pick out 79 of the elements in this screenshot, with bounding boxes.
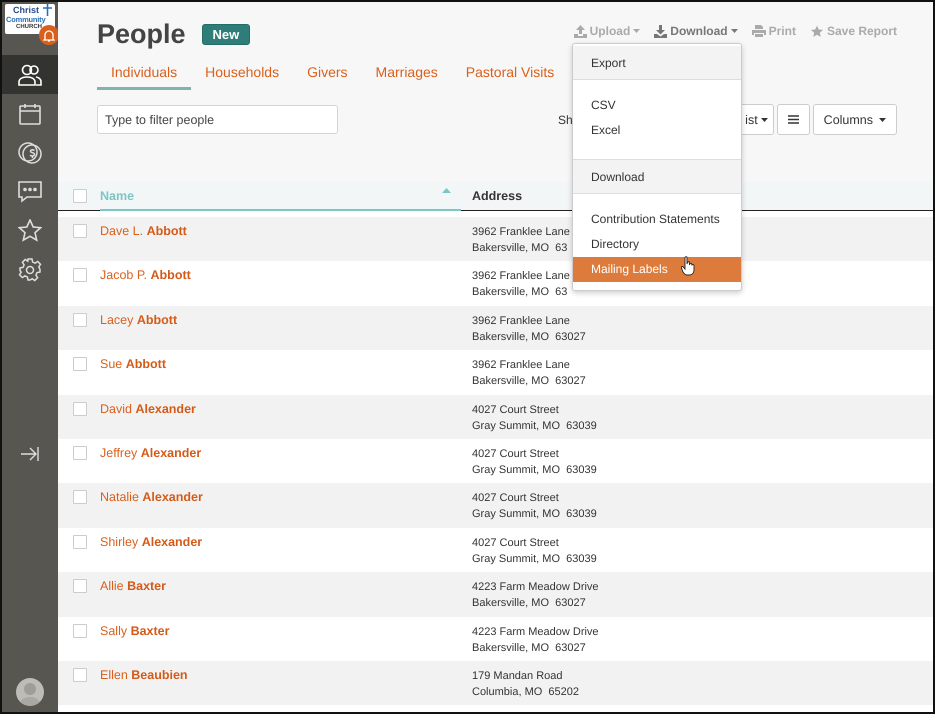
checkbox[interactable] <box>73 490 87 504</box>
checkbox[interactable] <box>73 268 87 282</box>
column-header[interactable]: Name <box>100 188 134 202</box>
star-icon <box>810 24 824 38</box>
star-icon <box>18 219 42 242</box>
menu-icon <box>788 115 799 124</box>
bell-icon <box>43 28 55 42</box>
checkbox[interactable] <box>73 312 87 327</box>
menu-section-header: Export <box>573 46 741 80</box>
menu-section-header: Download <box>573 159 741 194</box>
columns-button[interactable]: Columns <box>812 104 897 135</box>
avatar-icon[interactable] <box>16 678 44 706</box>
person-name-link[interactable]: Dave L. Abbott <box>100 224 187 238</box>
person-name-link[interactable]: Shirley Alexander <box>100 534 202 549</box>
checkbox[interactable] <box>73 402 87 416</box>
menu-item[interactable]: Mailing Labels <box>573 257 741 282</box>
printer-icon <box>752 25 766 37</box>
checkbox[interactable] <box>73 446 87 460</box>
sidebar-item[interactable] <box>2 55 58 94</box>
caret-icon <box>760 118 768 122</box>
address-cell-text: 4223 Farm Meadow Drive Bakersville, MO 63027 <box>472 624 599 656</box>
person-name-link[interactable]: Sue Abbott <box>100 357 166 372</box>
upload-button[interactable]: Upload <box>574 24 640 38</box>
chat-icon <box>18 180 42 202</box>
person-name-link[interactable]: Natalie Alexander <box>100 490 203 504</box>
settings-icon <box>18 258 42 282</box>
sort-ascending-icon[interactable] <box>442 188 451 193</box>
download-icon <box>654 24 668 38</box>
address-cell-text: 4223 Farm Meadow Drive Bakersville, MO 63027 <box>472 580 599 612</box>
address-cell-text: 179 Mandan Road Columbia, MO 65202 <box>472 668 579 700</box>
filter-field[interactable]: Type to filter people <box>97 105 338 134</box>
address-cell-text: 3962 Franklee Lane Bakersville, MO 63027 <box>472 358 586 390</box>
hand-cursor-icon <box>681 256 695 276</box>
menu-item[interactable]: Directory <box>573 232 741 257</box>
coins-icon <box>18 140 42 164</box>
person-name-link[interactable]: Ellen Beaubien <box>100 668 188 682</box>
cross-icon <box>43 4 52 16</box>
person-name-link[interactable]: David Alexander <box>100 402 196 416</box>
print-button[interactable]: Print <box>752 24 796 38</box>
checkbox[interactable] <box>73 189 87 203</box>
address-cell-text: 3962 Franklee Lane Bakersville, MO 63 <box>472 225 570 256</box>
logo-text: Christ <box>13 6 40 15</box>
caret-icon <box>730 29 738 33</box>
address-cell-text: 4027 Court Street Gray Summit, MO 63039 <box>472 536 597 567</box>
tab[interactable]: Givers <box>293 58 362 90</box>
upload-icon <box>574 24 587 38</box>
people-icon <box>18 64 42 86</box>
page-title: People <box>97 18 186 50</box>
tab[interactable]: Pastoral Visits <box>452 58 568 90</box>
checkbox[interactable] <box>73 357 87 372</box>
address-cell-text: 3962 Franklee Lane Bakersville, MO 63027 <box>472 314 586 345</box>
person-name-link[interactable]: Lacey Abbott <box>100 312 178 327</box>
caret-icon <box>879 118 886 122</box>
person-name-link[interactable]: Jeffrey Alexander <box>100 446 202 460</box>
expand-sidebar-icon[interactable] <box>21 446 39 460</box>
checkbox[interactable] <box>73 668 87 682</box>
download-button[interactable]: Download <box>654 24 738 38</box>
show-label: Sh <box>558 112 573 126</box>
person-name-link[interactable]: Allie Baxter <box>100 579 166 594</box>
menu-item[interactable]: Contribution Statements <box>573 207 741 232</box>
person-name-link[interactable]: Sally Baxter <box>100 624 170 638</box>
address-cell-text: 4027 Court Street Gray Summit, MO 63039 <box>472 402 597 434</box>
checkbox[interactable] <box>73 624 87 638</box>
calendar-icon <box>19 102 41 124</box>
address-cell-text: 4027 Court Street Gray Summit, MO 63039 <box>472 446 597 478</box>
tab[interactable]: Marriages <box>362 58 452 90</box>
caret-icon <box>633 29 640 33</box>
person-name-link[interactable]: Jacob P. Abbott <box>100 268 191 282</box>
tab[interactable]: Individuals <box>97 58 192 90</box>
column-header[interactable]: Address <box>461 189 522 203</box>
checkbox[interactable] <box>73 534 87 549</box>
address-cell-text: 4027 Court Street Gray Summit, MO 63039 <box>472 491 597 522</box>
checkbox[interactable] <box>73 579 87 594</box>
new-button[interactable]: New <box>202 24 250 44</box>
tab[interactable]: Households <box>191 58 294 90</box>
address-cell-text: 3962 Franklee Lane Bakersville, MO 63 <box>472 269 570 300</box>
checkbox[interactable] <box>73 224 87 238</box>
save-button[interactable]: Save Report <box>810 24 897 38</box>
list-view-button[interactable] <box>776 104 810 135</box>
